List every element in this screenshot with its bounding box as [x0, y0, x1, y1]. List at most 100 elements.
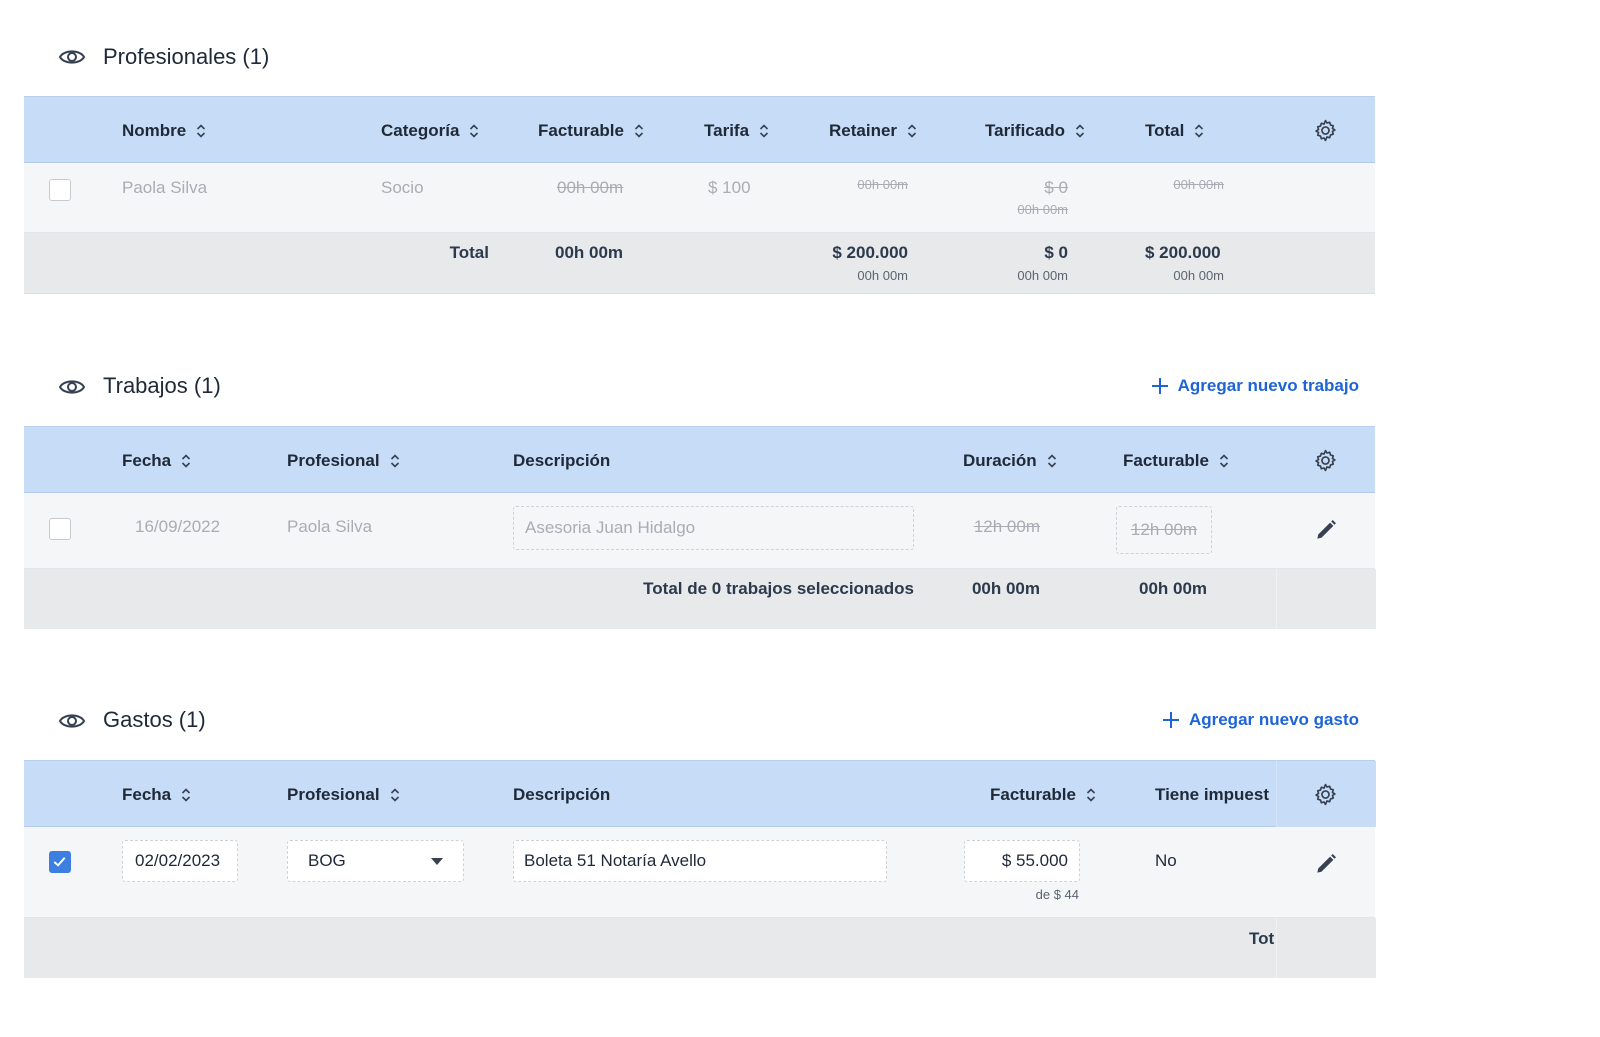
gastos-table: Fecha Profesional Descripción Facturable… — [24, 760, 1376, 978]
fecha-input[interactable]: 02/02/2023 — [122, 840, 238, 882]
profesional-select[interactable]: BOG — [287, 840, 464, 882]
cell-tarifa: $ 100 — [708, 178, 751, 197]
footer-facturable: 00h 00m — [555, 243, 624, 262]
header-label: Fecha — [122, 784, 172, 804]
section-title-gastos: Gastos (1) — [103, 707, 206, 732]
cell-retainer: 00h 00m — [857, 177, 908, 192]
column-header-fecha[interactable]: Fecha — [122, 761, 191, 828]
sort-icon — [1086, 787, 1096, 802]
header-label: Fecha — [122, 450, 172, 470]
sort-icon — [197, 123, 206, 138]
column-header-fecha[interactable]: Fecha — [122, 427, 191, 494]
column-header-tarificado[interactable]: Tarificado — [985, 97, 1085, 164]
profesionales-table: Nombre Categoría Facturable Tarifa Retai… — [24, 96, 1375, 294]
column-header-categoria[interactable]: Categoría — [381, 97, 479, 164]
add-gasto-label: Agregar nuevo gasto — [1188, 710, 1359, 729]
pencil-icon[interactable] — [1313, 517, 1339, 543]
header-label: Facturable — [1123, 450, 1209, 470]
profesional-select-value: BOG — [308, 851, 346, 870]
footer-retainer-sub: 00h 00m — [857, 268, 908, 283]
header-label: Profesional — [287, 450, 380, 470]
gear-icon[interactable] — [1313, 448, 1338, 473]
column-header-total[interactable]: Total — [1145, 97, 1204, 164]
column-header-facturable[interactable]: Facturable — [990, 761, 1096, 828]
footer-sticky-cell — [1276, 569, 1376, 629]
add-trabajo-label: Agregar nuevo trabajo — [1177, 376, 1359, 395]
column-header-retainer[interactable]: Retainer — [829, 97, 917, 164]
facturable-sub: de $ 44 — [1035, 887, 1079, 902]
footer-retainer: $ 200.000 — [832, 243, 908, 262]
column-header-impuesto: Tiene impuest — [1155, 761, 1276, 828]
sort-icon — [1195, 123, 1204, 138]
sort-icon — [1047, 453, 1056, 468]
column-header-descripcion: Descripción — [513, 761, 610, 828]
trabajos-table: Fecha Profesional Descripción Duración F… — [24, 426, 1376, 629]
gear-icon[interactable] — [1313, 118, 1338, 143]
header-label: Total — [1145, 120, 1185, 140]
sort-icon — [390, 453, 399, 468]
column-header-nombre[interactable]: Nombre — [122, 97, 206, 164]
table-footer: Total de 0 trabajos seleccionados 00h 00… — [24, 569, 1376, 629]
sort-icon — [907, 123, 917, 138]
gear-icon[interactable] — [1313, 782, 1338, 807]
caret-down-icon — [431, 858, 443, 865]
eye-icon[interactable] — [58, 376, 86, 398]
header-label: Tarificado — [985, 120, 1065, 140]
add-gasto-button[interactable]: Agregar nuevo gasto — [1161, 710, 1359, 730]
cell-impuesto: No — [1155, 851, 1177, 870]
facturable-input[interactable]: 12h 00m — [1116, 506, 1212, 554]
header-label: Descripción — [513, 450, 611, 470]
pencil-icon[interactable] — [1313, 851, 1339, 877]
row-checkbox-checked[interactable] — [49, 851, 71, 873]
header-label: Facturable — [538, 120, 624, 140]
cell-duracion: 12h 00m — [973, 517, 1040, 536]
column-header-duracion[interactable]: Duración — [963, 427, 1057, 494]
column-header-facturable[interactable]: Facturable — [1123, 427, 1229, 494]
header-label: Descripción — [513, 784, 611, 804]
column-header-profesional[interactable]: Profesional — [287, 761, 400, 828]
eye-icon[interactable] — [58, 46, 86, 68]
table-row: 16/09/2022 Paola Silva Asesoria Juan Hid… — [24, 493, 1375, 569]
table-row: Paola Silva Socio 00h 00m $ 100 00h 00m … — [24, 163, 1375, 233]
sort-icon — [1075, 123, 1085, 138]
cell-nombre: Paola Silva — [122, 178, 208, 197]
header-label: Duración — [963, 450, 1037, 470]
section-title-profesionales: Profesionales (1) — [103, 44, 270, 69]
section-title-trabajos: Trabajos (1) — [103, 373, 221, 398]
header-label: Facturable — [990, 784, 1076, 804]
cell-categoria: Socio — [381, 178, 424, 197]
cell-tarificado: $ 0 — [1044, 178, 1068, 197]
table-footer: Tot — [24, 918, 1376, 978]
header-label: Tiene impuest — [1155, 784, 1269, 804]
cell-facturable: 00h 00m — [557, 178, 624, 197]
add-trabajo-button[interactable]: Agregar nuevo trabajo — [1150, 376, 1359, 396]
cell-total: 00h 00m — [1173, 177, 1224, 192]
table-row: 02/02/2023 BOG Boleta 51 Notaría Avello … — [24, 827, 1375, 918]
sort-icon — [759, 123, 769, 138]
column-header-facturable[interactable]: Facturable — [538, 97, 644, 164]
footer-tarificado-sub: 00h 00m — [1017, 268, 1068, 283]
table-header: Fecha Profesional Descripción Facturable… — [24, 760, 1376, 828]
sort-icon — [390, 787, 399, 802]
header-label: Nombre — [122, 120, 187, 140]
table-footer: Total 00h 00m $ 200.000 00h 00m $ 0 00h … — [24, 233, 1375, 294]
header-label: Retainer — [829, 120, 898, 140]
sort-icon — [182, 453, 191, 468]
header-label: Profesional — [287, 784, 380, 804]
sort-icon — [182, 787, 191, 802]
column-header-profesional[interactable]: Profesional — [287, 427, 400, 494]
footer-total: $ 200.000 — [1145, 243, 1221, 262]
footer-total-label: Total de 0 trabajos seleccionados — [643, 579, 914, 598]
footer-sticky-cell — [1276, 918, 1376, 978]
facturable-input[interactable]: $ 55.000 — [964, 840, 1080, 882]
descripcion-input[interactable]: Boleta 51 Notaría Avello — [513, 840, 887, 882]
row-checkbox[interactable] — [49, 518, 71, 540]
header-label: Categoría — [381, 120, 460, 140]
check-icon — [53, 857, 66, 867]
descripcion-input[interactable]: Asesoria Juan Hidalgo — [513, 506, 914, 550]
eye-icon[interactable] — [58, 710, 86, 732]
column-header-descripcion: Descripción — [513, 427, 610, 494]
column-header-tarifa[interactable]: Tarifa — [704, 97, 769, 164]
row-checkbox[interactable] — [49, 179, 71, 201]
sort-icon — [470, 123, 479, 138]
